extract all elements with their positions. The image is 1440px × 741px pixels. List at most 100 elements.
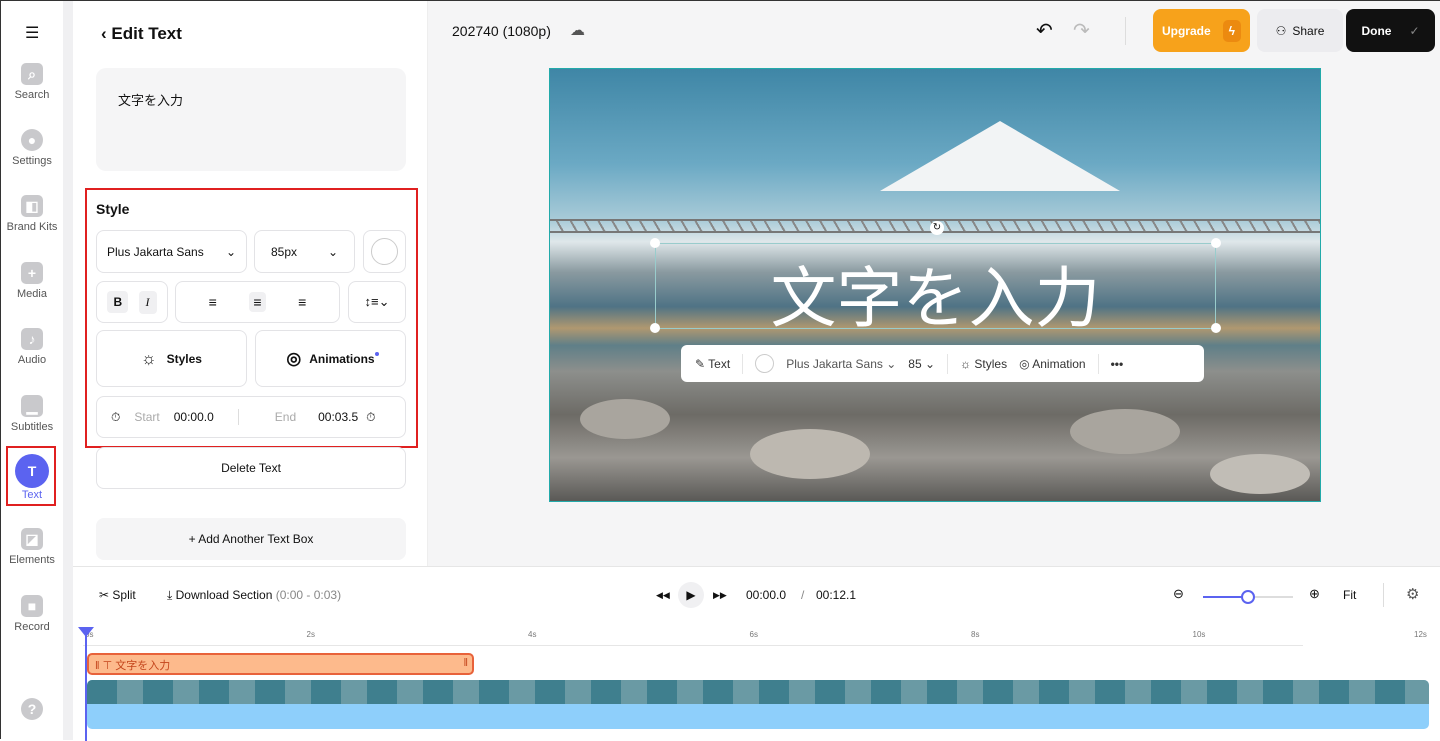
- line-spacing-button[interactable]: ↕≡⌄: [348, 281, 406, 323]
- zoom-in-icon[interactable]: ⊕: [1309, 586, 1320, 602]
- sidebar-item-search[interactable]: ⌕ Search: [1, 63, 63, 101]
- add-text-box-button[interactable]: + Add Another Text Box: [96, 518, 406, 560]
- video-clip[interactable]: [87, 680, 1429, 729]
- sidebar-item-brand-kits[interactable]: ◧ Brand Kits: [1, 195, 63, 233]
- text-value: 文字を入力: [118, 93, 184, 108]
- range: (0:00 - 0:03): [275, 588, 342, 602]
- label: Share: [1292, 23, 1325, 38]
- font-style-group: BI: [96, 281, 168, 323]
- label: Text: [21, 489, 43, 501]
- scroll-strip: [63, 1, 73, 740]
- zoom-out-icon[interactable]: ⊖: [1173, 586, 1184, 602]
- font-select[interactable]: Plus Jakarta Sans ⌄: [96, 230, 247, 273]
- undo-icon[interactable]: ↶: [1036, 18, 1053, 43]
- rock: [1210, 454, 1310, 494]
- resize-handle[interactable]: [1211, 323, 1221, 333]
- split-button[interactable]: ✂ Split: [99, 588, 136, 602]
- video-preview[interactable]: 文字を入力 ↻ ✎ Text Plus Jakarta Sans ⌄ 85 ⌄ …: [549, 68, 1321, 502]
- text-input[interactable]: 文字を入力: [96, 68, 406, 171]
- sidebar-item-record[interactable]: ■ Record: [1, 595, 63, 633]
- canvas-text[interactable]: 文字を入力: [655, 245, 1216, 341]
- styles-label: Styles: [166, 351, 202, 366]
- fit-button[interactable]: Fit: [1343, 588, 1356, 602]
- line-spacing-icon: ↕≡⌄: [364, 294, 390, 309]
- rock: [1070, 409, 1180, 454]
- rewind-button[interactable]: ◀◀: [656, 590, 670, 601]
- start-time-input[interactable]: 00:00.0: [174, 410, 214, 424]
- forward-button[interactable]: ▶▶: [713, 590, 727, 601]
- brand-kit-icon: ◧: [21, 195, 43, 217]
- mountain: [880, 121, 1120, 191]
- label: Elements: [9, 554, 55, 566]
- check-icon: ✓: [1409, 23, 1420, 38]
- download-section-button[interactable]: ⤓ Download Section (0:00 - 0:03): [167, 588, 341, 603]
- timing-row: ⏱ Start 00:00.0 End 00:03.5 ⏱: [96, 396, 406, 438]
- clip-handle[interactable]: ‖: [463, 657, 468, 669]
- size-dropdown[interactable]: 85 ⌄: [908, 357, 935, 371]
- style-heading: Style: [96, 201, 130, 217]
- new-dot: [375, 352, 379, 356]
- more-button[interactable]: •••: [1111, 357, 1124, 371]
- timer-icon: ⏱: [111, 409, 121, 424]
- tick-label: 8s: [971, 630, 980, 639]
- divider: [947, 353, 949, 374]
- styles-tool[interactable]: ☼ Styles: [960, 357, 1007, 371]
- start-label: Start: [134, 410, 160, 424]
- color-swatch[interactable]: [755, 354, 775, 373]
- menu-icon[interactable]: ☰: [25, 23, 39, 43]
- size-select[interactable]: 85px ⌄: [254, 230, 355, 273]
- label: Styles: [974, 356, 1008, 371]
- styles-button[interactable]: ☼ Styles: [96, 330, 247, 387]
- zoom-handle[interactable]: [1241, 590, 1255, 604]
- sidebar-item-settings[interactable]: ● Settings: [1, 129, 63, 167]
- animations-button[interactable]: ◎ Animations: [255, 330, 406, 387]
- label: Record: [14, 621, 50, 633]
- music-icon: ♪: [21, 328, 43, 350]
- sidebar-item-text[interactable]: T Text: [1, 454, 63, 501]
- project-title[interactable]: 202740 (1080p): [452, 23, 551, 39]
- resize-handle[interactable]: [650, 323, 660, 333]
- sidebar-item-elements[interactable]: ◪ Elements: [1, 528, 63, 566]
- end-time-input[interactable]: 00:03.5: [318, 410, 358, 424]
- play-button[interactable]: ▶: [678, 582, 704, 608]
- elements-icon: ◪: [21, 528, 43, 550]
- chevron-down-icon: ⌄: [225, 244, 236, 259]
- playhead[interactable]: [78, 627, 94, 741]
- timeline: ✂ Split ⤓ Download Section (0:00 - 0:03)…: [73, 566, 1440, 741]
- align-left-icon[interactable]: ≡: [209, 294, 217, 310]
- sidebar-item-audio[interactable]: ♪ Audio: [1, 328, 63, 366]
- help-button[interactable]: ?: [1, 698, 63, 724]
- zoom-slider[interactable]: [1203, 590, 1293, 604]
- bold-button[interactable]: B: [107, 291, 129, 313]
- rotate-handle[interactable]: ↻: [930, 221, 944, 235]
- sidebar-item-subtitles[interactable]: ▁ Subtitles: [1, 395, 63, 433]
- font-dropdown[interactable]: Plus Jakarta Sans ⌄: [786, 357, 896, 371]
- text-tool[interactable]: ✎ Text: [695, 357, 730, 371]
- cloud-saved-icon: ☁: [570, 22, 585, 39]
- resize-handle[interactable]: [1211, 238, 1221, 248]
- rock: [580, 399, 670, 439]
- text-clip[interactable]: ‖ ⊤ 文字を入力 ‖: [87, 653, 474, 675]
- timer-icon: ⏱: [366, 409, 376, 424]
- back-button[interactable]: ‹ Edit Text: [101, 24, 182, 44]
- share-button[interactable]: ⚇ Share: [1257, 9, 1343, 52]
- edit-text-panel: ‹ Edit Text 文字を入力 Style Plus Jakarta San…: [73, 1, 428, 566]
- color-picker[interactable]: [363, 230, 406, 273]
- alignment-group: ≡ ≡ ≡: [175, 281, 340, 323]
- video-thumbnails: [87, 680, 1429, 704]
- delete-text-button[interactable]: Delete Text: [96, 447, 406, 489]
- done-button[interactable]: Done ✓: [1346, 9, 1435, 52]
- align-right-icon[interactable]: ≡: [298, 294, 306, 310]
- italic-button[interactable]: I: [138, 290, 157, 314]
- time-separator: /: [801, 588, 805, 602]
- redo-icon[interactable]: ↷: [1073, 18, 1090, 43]
- animation-tool[interactable]: ◎ Animation: [1019, 357, 1086, 371]
- settings-icon[interactable]: ⚙: [1406, 585, 1419, 603]
- align-center-icon[interactable]: ≡: [249, 292, 266, 312]
- sidebar-item-media[interactable]: + Media: [1, 262, 63, 300]
- chevron-left-icon: ‹: [101, 24, 112, 43]
- resize-handle[interactable]: [650, 238, 660, 248]
- add-user-icon: ⚇: [1275, 23, 1287, 38]
- upgrade-button[interactable]: Upgrade ϟ: [1153, 9, 1250, 52]
- divider: [742, 353, 744, 374]
